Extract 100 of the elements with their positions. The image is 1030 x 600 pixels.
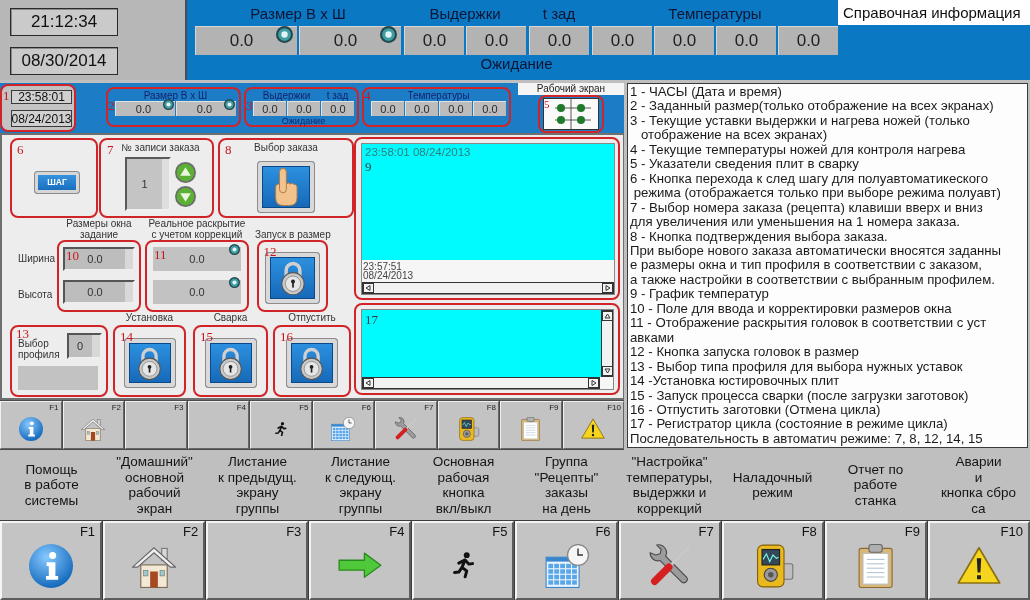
warning-icon bbox=[956, 546, 1001, 585]
order-number-field[interactable]: 1 bbox=[125, 157, 171, 211]
value-readout: 0.0 bbox=[778, 26, 838, 55]
legend-item: 12 - Кнопка запуска головок в размер bbox=[630, 345, 859, 360]
legend-item: 10 - Поле для ввода и корректировки размеров окна bbox=[630, 301, 952, 317]
function-key[interactable]: F9 bbox=[824, 521, 927, 600]
indicator-icon bbox=[163, 99, 174, 110]
function-key[interactable]: F2 bbox=[103, 521, 206, 600]
field-label: Ширина bbox=[18, 252, 55, 264]
key-caption: Листание к следующ. экрану группы bbox=[324, 454, 397, 516]
group-label: Размер В х Ш bbox=[250, 5, 346, 23]
down-arrow-icon[interactable] bbox=[175, 185, 196, 207]
function-key[interactable]: F8 bbox=[437, 401, 499, 449]
group-label: Температуры bbox=[407, 90, 470, 101]
value-readout: 0.0 bbox=[466, 26, 526, 55]
function-key[interactable]: F4 bbox=[309, 521, 412, 600]
date-readout: 08/30/2014 bbox=[10, 47, 118, 75]
field-label: Запуск в размер bbox=[255, 229, 331, 240]
function-key[interactable]: F1 bbox=[0, 521, 103, 600]
info-icon bbox=[29, 543, 74, 588]
screen-title: Справочная информация bbox=[838, 0, 1030, 25]
scroll-left-icon[interactable] bbox=[363, 378, 374, 388]
function-key[interactable]: F3 bbox=[125, 401, 187, 449]
key-caption: "Домашний" основной рабочий экран bbox=[116, 454, 193, 516]
function-key[interactable]: F6 bbox=[515, 521, 618, 600]
function-key[interactable]: F7 bbox=[375, 401, 437, 449]
select-order-button[interactable] bbox=[257, 161, 315, 213]
annotation-number: 5 bbox=[544, 98, 550, 110]
function-key[interactable]: F7 bbox=[618, 521, 721, 600]
function-key[interactable]: F8 bbox=[721, 521, 824, 600]
function-key[interactable]: F6 bbox=[312, 401, 374, 449]
legend-item: 11 - Отображение раскрытия головок в соответствии с уст авками bbox=[630, 316, 987, 346]
house-icon bbox=[81, 417, 106, 441]
step-button[interactable]: ШАГ bbox=[34, 170, 80, 194]
scroll-right-icon[interactable] bbox=[602, 283, 613, 293]
value-readout: 0.0 bbox=[287, 101, 320, 116]
field-label: Реальное раскрытие с учетом коррекций bbox=[148, 218, 246, 240]
group-label: t зад bbox=[326, 90, 349, 101]
annotation-number: 3 bbox=[246, 99, 253, 113]
runner-icon bbox=[275, 421, 287, 437]
group-label: Выдержки bbox=[429, 5, 501, 23]
value-readout: 0.0 bbox=[371, 101, 404, 116]
scroll-up-icon[interactable] bbox=[601, 311, 613, 321]
annotation-number: 15 bbox=[200, 330, 213, 344]
value-readout: 0.0 bbox=[253, 101, 286, 116]
indicator-icon bbox=[224, 99, 235, 110]
group-label: Выдержки bbox=[262, 90, 311, 101]
indicator-icon bbox=[229, 277, 240, 288]
function-key[interactable]: F5 bbox=[412, 521, 515, 600]
field-label: Отпустить bbox=[288, 312, 336, 323]
scroll-left-icon[interactable] bbox=[363, 283, 374, 293]
key-caption: Листание к предыдущ. экрану группы bbox=[218, 454, 297, 516]
clipboard-icon bbox=[858, 543, 894, 588]
field-label: Выбор заказа bbox=[254, 142, 318, 153]
work-screen-label: Рабочий экран bbox=[518, 83, 624, 95]
up-arrow-icon[interactable] bbox=[175, 161, 196, 183]
annotation-number: 11 bbox=[154, 248, 167, 262]
runner-icon bbox=[452, 552, 474, 579]
padlock-icon bbox=[280, 260, 305, 296]
wrench-screwdriver-icon bbox=[393, 417, 418, 441]
function-key[interactable]: F10 bbox=[927, 521, 1030, 600]
function-key[interactable]: F4 bbox=[187, 401, 249, 449]
warning-icon bbox=[581, 418, 606, 440]
field-label: Сварка bbox=[213, 312, 248, 323]
legend-item: При выборе нового заказа автоматически вносятся заданны е размеры окна и тип профиля в соответствии с заказом, а также настройки в соответствии с выбранным профилем. bbox=[630, 244, 1002, 288]
size-input-field[interactable]: 0.0 bbox=[63, 280, 135, 304]
legend-item: 3 - Текущие уставки выдержки и нагрева ножей (только отображение на всех экранах) bbox=[630, 113, 970, 143]
calendar-icon bbox=[544, 543, 589, 588]
function-key[interactable]: F1 bbox=[0, 401, 62, 449]
annotation-number: 6 bbox=[17, 143, 24, 157]
scroll-right-icon[interactable] bbox=[588, 378, 599, 388]
value-readout: 0.0 bbox=[153, 280, 241, 304]
value-readout: 0.0 bbox=[321, 101, 354, 116]
padlock-icon bbox=[300, 346, 324, 380]
status-text: Ожидание bbox=[281, 116, 326, 126]
annotation-number: 2 bbox=[108, 99, 115, 113]
function-key[interactable]: F2 bbox=[62, 401, 124, 449]
profile-input-field[interactable]: 0 bbox=[66, 333, 102, 359]
annotation-number: 4 bbox=[364, 89, 371, 103]
key-caption: Помощь в работе системы bbox=[24, 461, 79, 509]
legend-item: Последовательность в автоматич режиме: 7, 8, 12, 14, 15 bbox=[630, 431, 983, 447]
right-arrow-icon bbox=[338, 552, 383, 579]
function-key[interactable]: F5 bbox=[250, 401, 312, 449]
indicator-icon bbox=[229, 244, 240, 255]
annotation-number: 14 bbox=[120, 330, 133, 344]
field-label: № записи заказа bbox=[121, 142, 200, 153]
legend-item: 6 - Кнопка перехода к след шагу для полуавтоматикеского режима (отображается только при выборе режима полуавт) bbox=[630, 171, 1001, 201]
value-readout: 0.0 bbox=[592, 26, 652, 55]
handheld-meter-icon bbox=[456, 417, 481, 441]
group-label: t зад bbox=[542, 5, 576, 23]
value-readout: 0.0 bbox=[473, 101, 506, 116]
function-key[interactable]: F3 bbox=[206, 521, 309, 600]
scroll-down-icon[interactable] bbox=[601, 366, 613, 376]
legend-item: 17 - Регистратор цикла (состояние в режиме цикла) bbox=[630, 417, 948, 432]
calendar-icon bbox=[331, 417, 356, 441]
function-key[interactable]: F9 bbox=[500, 401, 562, 449]
field-label: Высота bbox=[18, 288, 53, 300]
function-key[interactable]: F10 bbox=[562, 401, 624, 449]
time-readout: 21:12:34 bbox=[10, 8, 118, 36]
key-caption: Группа "Рецепты" заказы на день bbox=[534, 454, 599, 516]
